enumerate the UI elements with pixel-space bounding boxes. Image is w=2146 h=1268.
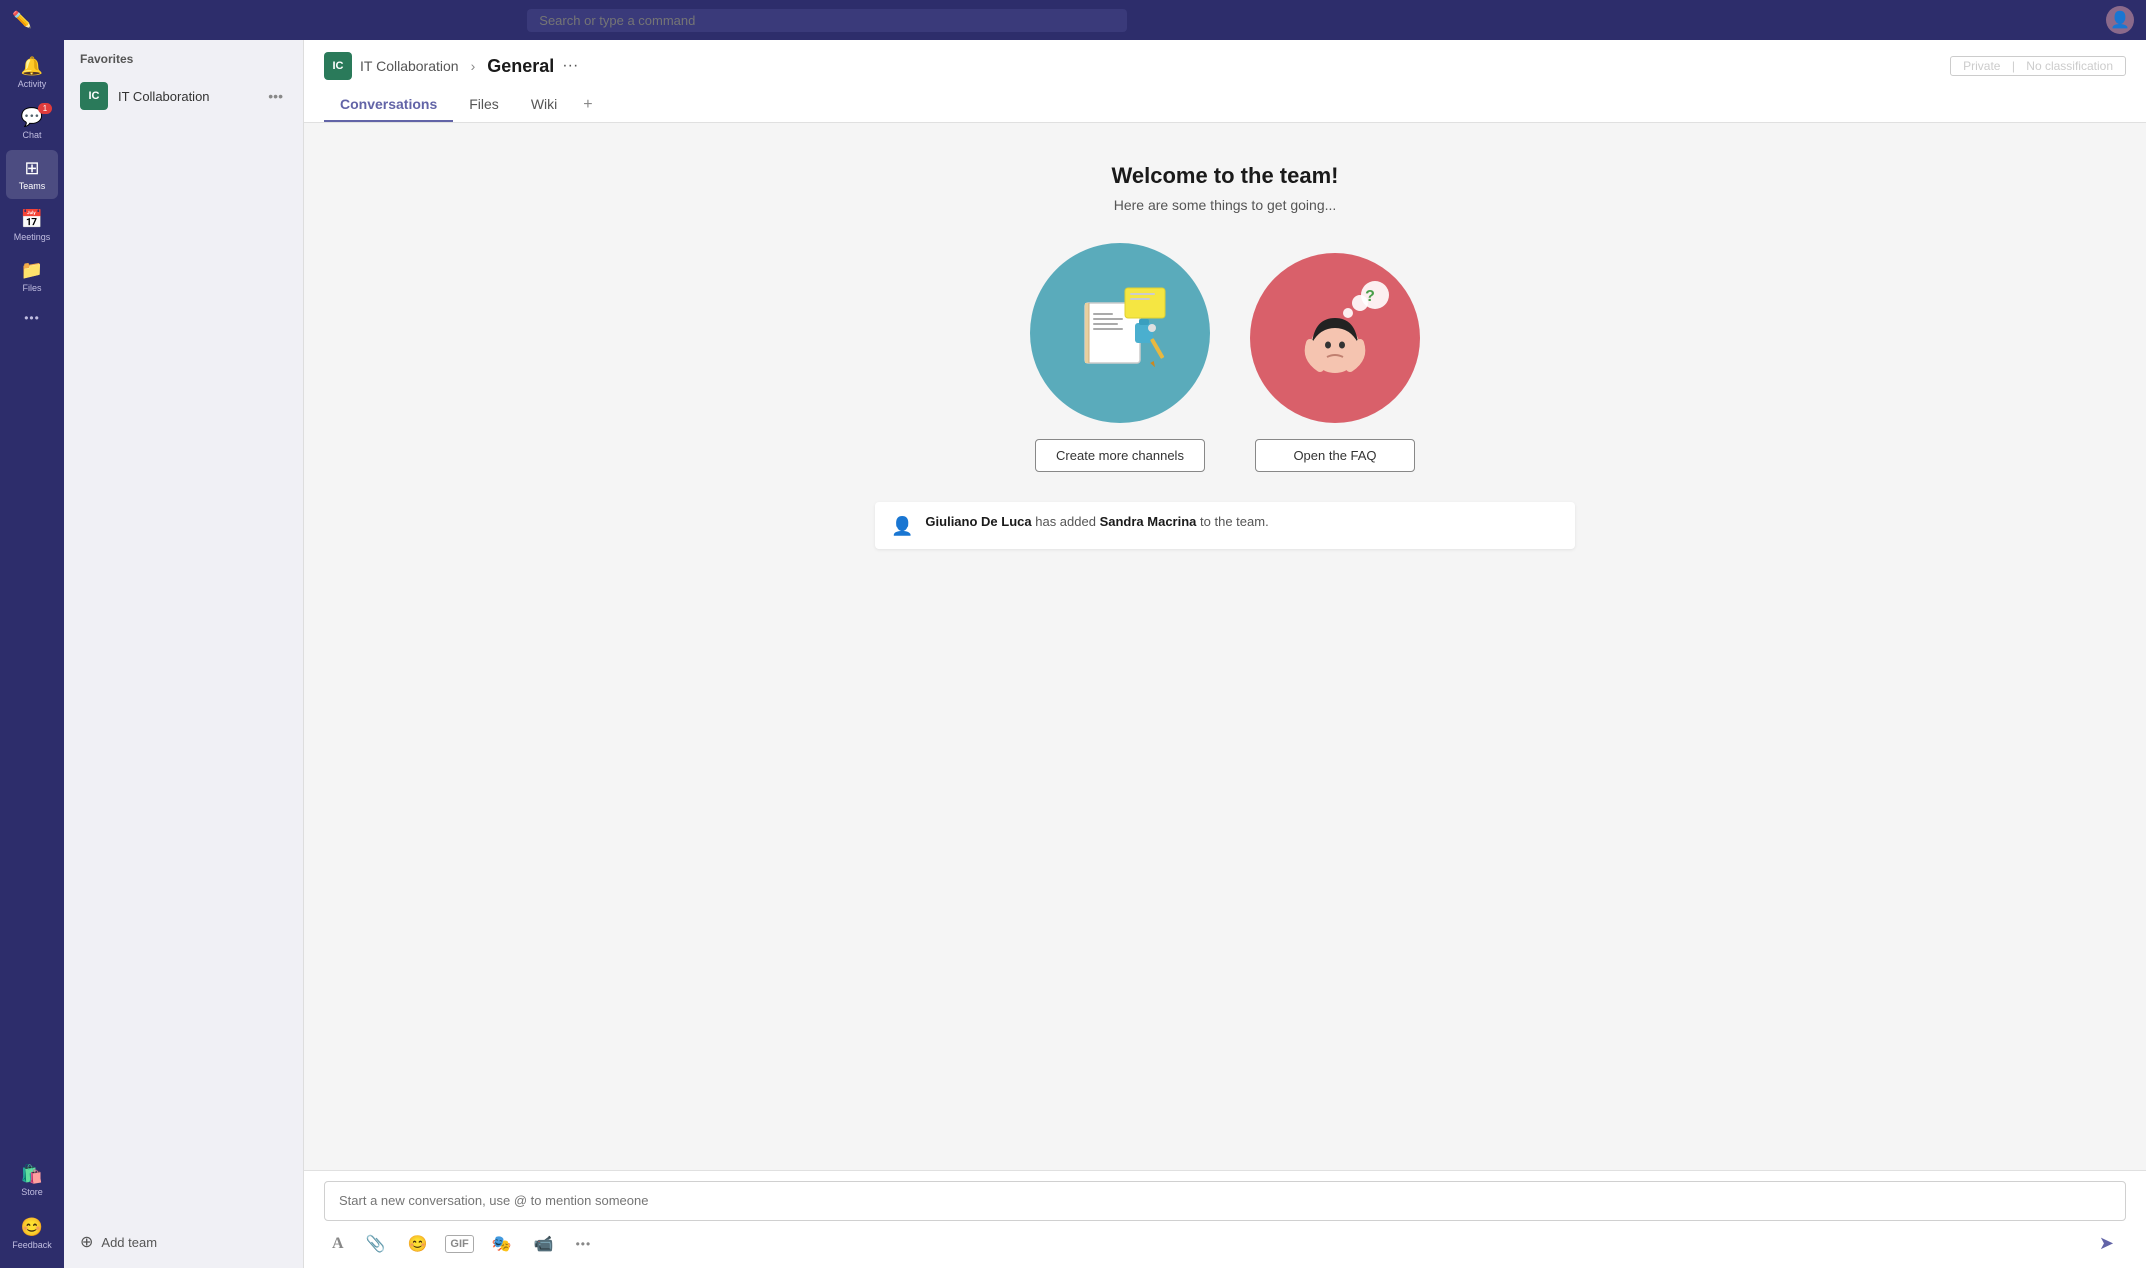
message-toolbar: A 📎 😊 GIF 🎭 📹 ••• ➤ [324,1229,2126,1258]
teams-icon: ⊞ [24,158,39,179]
notification-text: Giuliano De Luca has added Sandra Macrin… [925,514,1268,529]
nav-label-feedback: Feedback [12,1240,52,1250]
faq-illustration: ? [1250,253,1420,423]
nav-label-meetings: Meetings [14,232,51,242]
notif-target: Sandra Macrina [1100,514,1197,529]
nav-item-more[interactable]: ••• [6,303,58,333]
nav-label-chat: Chat [22,130,41,140]
meetings-icon: 📅 [21,209,43,230]
tab-wiki[interactable]: Wiki [515,88,573,122]
tab-files-label: Files [469,96,499,112]
activity-notification: 👤 Giuliano De Luca has added Sandra Macr… [875,502,1575,549]
faq-svg: ? [1270,273,1400,403]
channel-title-row: IC IT Collaboration › General ··· Privat… [324,52,2126,80]
channel-privacy-badge: Private | No classification [1950,56,2126,76]
classification-label: No classification [2026,59,2113,73]
sidebar-team-avatar: IC [80,82,108,110]
nav-label-teams: Teams [19,181,46,191]
notif-suffix: to the team. [1200,514,1269,529]
send-button[interactable]: ➤ [2091,1229,2122,1258]
avatar-image: 👤 [2110,10,2130,30]
sidebar-team-avatar-text: IC [89,90,100,102]
channel-tabs: Conversations Files Wiki + [324,88,2126,122]
topbar: ✏️ 👤 [0,0,2146,40]
team-more-button[interactable]: ••• [264,86,287,106]
welcome-card-channels: Create more channels [1030,243,1210,472]
search-input[interactable] [539,13,1115,28]
channels-illustration [1030,243,1210,423]
attach-icon[interactable]: 📎 [362,1230,390,1258]
channels-svg [1055,268,1185,398]
chat-badge: 1 [38,103,52,114]
tab-add-button[interactable]: + [573,88,602,122]
message-input[interactable] [339,1193,2111,1208]
edit-icon[interactable]: ✏️ [12,10,32,30]
channel-team-avatar-text: IC [333,60,344,72]
user-avatar[interactable]: 👤 [2106,6,2134,34]
favorites-header: Favorites [64,40,303,74]
nav-label-store: Store [21,1187,43,1197]
format-icon[interactable]: A [328,1231,348,1257]
message-input-area: A 📎 😊 GIF 🎭 📹 ••• ➤ [304,1170,2146,1268]
files-icon: 📁 [21,260,43,281]
svg-text:?: ? [1365,288,1375,305]
nav-item-files[interactable]: 📁 Files [6,252,58,301]
more-icon: ••• [24,311,40,325]
privacy-label: Private [1963,59,2000,73]
channel-name: General [487,56,554,77]
conversation-area: Welcome to the team! Here are some thing… [304,123,2146,1170]
notif-action: has added [1035,514,1099,529]
nav-item-meetings[interactable]: 📅 Meetings [6,201,58,250]
create-channels-button[interactable]: Create more channels [1035,439,1205,472]
sidebar-team-item[interactable]: IC IT Collaboration ••• [64,74,303,118]
nav-label-activity: Activity [18,79,47,89]
open-faq-button[interactable]: Open the FAQ [1255,439,1415,472]
tab-wiki-label: Wiki [531,96,557,112]
sticker-icon[interactable]: 🎭 [488,1230,516,1258]
main-layout: 🔔 Activity 💬 Chat 1 ⊞ Teams 📅 Meetings 📁… [0,40,2146,1268]
add-team-icon: ⊕ [80,1232,93,1252]
main-content: IC IT Collaboration › General ··· Privat… [304,40,2146,1268]
tab-conversations[interactable]: Conversations [324,88,453,122]
left-nav: 🔔 Activity 💬 Chat 1 ⊞ Teams 📅 Meetings 📁… [0,40,64,1268]
welcome-subtitle: Here are some things to get going... [875,197,1575,213]
nav-item-activity[interactable]: 🔔 Activity [6,48,58,97]
channel-breadcrumb-separator: › [471,58,476,74]
nav-item-teams[interactable]: ⊞ Teams [6,150,58,199]
privacy-divider: | [2012,59,2015,73]
sidebar: Favorites IC IT Collaboration ••• ⊕ Add … [64,40,304,1268]
welcome-cards: Create more channels [875,243,1575,472]
nav-label-files: Files [22,283,41,293]
store-icon: 🛍️ [21,1164,43,1185]
sidebar-team-name: IT Collaboration [118,89,254,104]
feedback-icon: 😊 [21,1217,43,1238]
channel-team-avatar: IC [324,52,352,80]
more-options-icon[interactable]: ••• [572,1233,596,1255]
gif-icon[interactable]: GIF [445,1235,473,1253]
video-icon[interactable]: 📹 [530,1230,558,1258]
tab-conversations-label: Conversations [340,96,437,112]
emoji-icon[interactable]: 😊 [403,1230,431,1258]
add-team-button[interactable]: ⊕ Add team [64,1216,303,1268]
welcome-card-faq: ? Open the FAQ [1250,253,1420,472]
message-input-box[interactable] [324,1181,2126,1221]
nav-item-store[interactable]: 🛍️ Store [6,1156,58,1205]
notification-icon: 👤 [891,516,913,537]
notif-user: Giuliano De Luca [925,514,1031,529]
welcome-section: Welcome to the team! Here are some thing… [875,163,1575,549]
nav-item-feedback[interactable]: 😊 Feedback [6,1209,58,1258]
channel-team-name: IT Collaboration [360,58,459,74]
channel-options-button[interactable]: ··· [562,57,578,75]
add-team-label: Add team [101,1235,157,1250]
activity-icon: 🔔 [21,56,43,77]
nav-item-chat[interactable]: 💬 Chat 1 [6,99,58,148]
channel-header: IC IT Collaboration › General ··· Privat… [304,40,2146,123]
search-bar[interactable] [527,9,1127,32]
welcome-title: Welcome to the team! [875,163,1575,189]
tab-files[interactable]: Files [453,88,515,122]
